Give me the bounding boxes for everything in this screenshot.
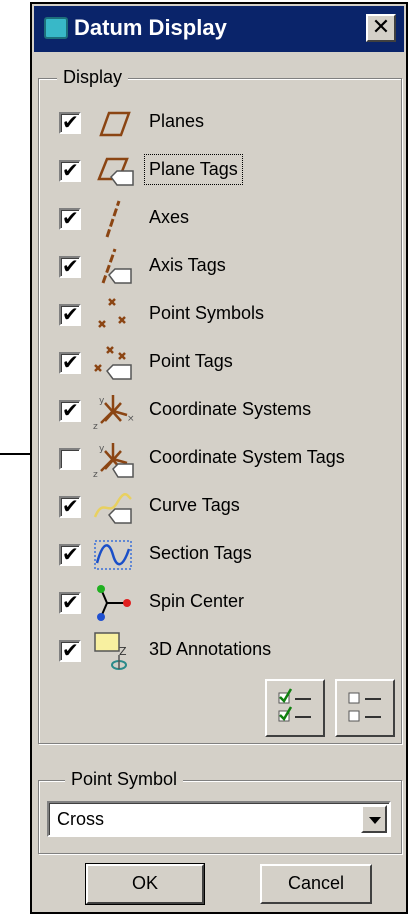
curve-tag-icon [93,493,132,524]
annotation-3d-icon: Z [94,632,127,670]
checkbox-axes[interactable]: ✔ [59,208,81,230]
label-3d-annotations: 3D Annotations [149,639,272,659]
point-symbol-group: Point Symbol Cross [38,769,402,854]
row-coordinate-systems[interactable]: ✔ y z × Coordinate Systems [51,389,391,433]
checkbox-coordinate-systems[interactable]: ✔ [59,400,81,422]
check-mark: ✔ [62,592,79,614]
point-tag-icon [94,346,132,380]
row-axes[interactable]: ✔ Axes [51,197,391,241]
cancel-button[interactable]: Cancel [260,864,372,904]
label-axes: Axes [149,207,190,227]
chevron-down-icon[interactable] [361,805,387,833]
row-3d-annotations[interactable]: ✔ Z 3D Annotations [51,629,391,673]
label-coordinate-system-tags: Coordinate System Tags [149,447,345,467]
svg-text:×: × [127,414,135,424]
ok-button[interactable]: OK [86,864,204,904]
display-group: Display ✔ Planes ✔ Plane Tags ✔ Axes ✔ A… [38,67,402,744]
row-curve-tags[interactable]: ✔ Curve Tags [51,485,391,529]
spin-center-icon [97,585,131,621]
checkbox-point-tags[interactable]: ✔ [59,352,81,374]
axis-icon [105,200,121,238]
checkbox-spin-center[interactable]: ✔ [59,592,81,614]
checkbox-coordinate-system-tags[interactable] [59,448,81,470]
row-plane-tags[interactable]: ✔ Plane Tags [51,149,391,193]
check-mark: ✔ [62,400,79,422]
check-mark: ✔ [62,496,79,518]
coordinate-system-icon: y z × [93,395,135,431]
svg-text:y: y [99,444,105,454]
row-spin-center[interactable]: ✔ Spin Center [51,581,391,625]
label-coordinate-systems: Coordinate Systems [149,399,312,419]
row-point-symbols[interactable]: ✔ Point Symbols [51,293,391,337]
check-mark: ✔ [62,640,79,662]
check-mark: ✔ [62,160,79,182]
checkbox-point-symbols[interactable]: ✔ [59,304,81,326]
check-mark: ✔ [62,256,79,278]
row-planes[interactable]: ✔ Planes [51,101,391,145]
label-axis-tags: Axis Tags [149,255,226,275]
svg-text:z: z [93,422,98,431]
title-bar[interactable]: Datum Display ✕ [34,6,404,52]
select-all-icon [278,688,311,722]
svg-text:z: z [93,470,98,479]
checkbox-planes[interactable]: ✔ [59,112,81,134]
checkbox-3d-annotations[interactable]: ✔ [59,640,81,662]
point-symbol-selected-value: Cross [57,809,105,829]
checkbox-curve-tags[interactable]: ✔ [59,496,81,518]
label-section-tags: Section Tags [149,543,252,563]
label-spin-center: Spin Center [149,591,245,611]
check-mark: ✔ [62,352,79,374]
check-mark: ✔ [62,544,79,566]
section-tag-icon [94,540,132,570]
select-all-button[interactable] [265,679,325,737]
window-title: Datum Display [74,15,227,40]
label-point-tags: Point Tags [149,351,233,371]
check-mark: ✔ [62,112,79,134]
label-planes: Planes [149,111,205,131]
plane-tag-icon [97,157,134,186]
row-section-tags[interactable]: ✔ Section Tags [51,533,391,577]
display-group-legend: Display [57,67,129,88]
coordinate-system-tag-icon: y z [93,443,134,479]
datum-display-dialog: Datum Display ✕ Display ✔ Planes ✔ Plane… [30,2,408,914]
row-coordinate-system-tags[interactable]: y z Coordinate System Tags [51,437,391,481]
row-axis-tags[interactable]: ✔ Axis Tags [51,245,391,289]
window-icon [44,17,68,39]
label-point-symbols: Point Symbols [149,303,265,323]
label-plane-tags: Plane Tags [144,154,243,185]
point-symbol-legend: Point Symbol [65,769,184,790]
close-button[interactable]: ✕ [366,14,396,42]
point-symbol-icon [98,298,126,328]
check-mark: ✔ [62,208,79,230]
checkbox-plane-tags[interactable]: ✔ [59,160,81,182]
check-mark: ✔ [62,304,79,326]
point-symbol-select[interactable]: Cross [47,801,391,837]
plane-icon [99,111,131,137]
checkbox-section-tags[interactable]: ✔ [59,544,81,566]
deselect-all-icon [348,692,381,722]
svg-text:Z: Z [119,645,127,658]
svg-text:y: y [99,396,105,406]
deselect-all-button[interactable] [335,679,395,737]
row-point-tags[interactable]: ✔ Point Tags [51,341,391,385]
axis-tag-icon [101,248,132,284]
label-curve-tags: Curve Tags [149,495,240,515]
checkbox-axis-tags[interactable]: ✔ [59,256,81,278]
